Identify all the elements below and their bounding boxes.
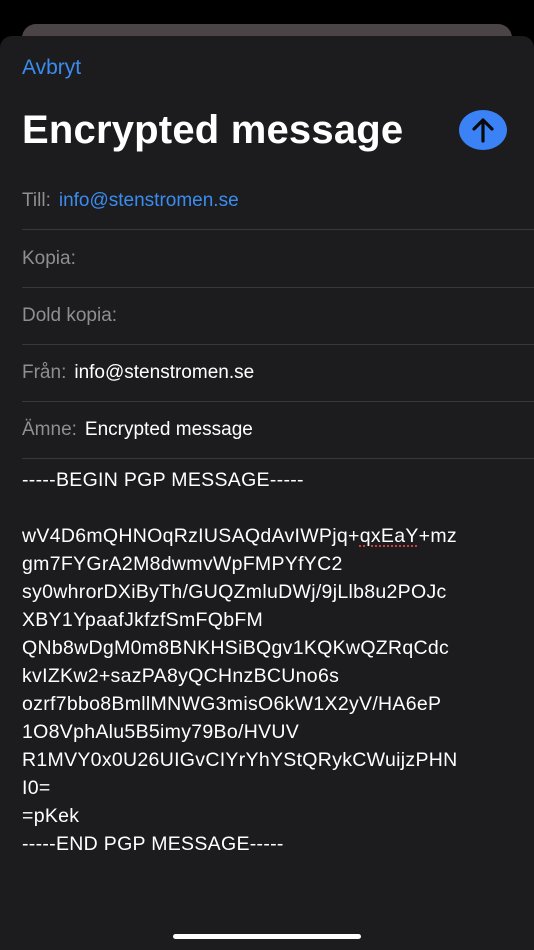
pgp-line-segment: wV4D6mQHNOqRzIUSAQdAvIWPjq+	[22, 525, 360, 547]
arrow-up-icon	[472, 118, 494, 143]
to-recipient[interactable]: info@stenstromen.se	[59, 190, 239, 212]
subject-label: Ämne:	[22, 418, 77, 440]
pgp-line: I0=	[22, 777, 51, 799]
from-label: Från:	[22, 361, 67, 383]
cc-label: Kopia:	[22, 247, 76, 269]
pgp-line: QNb8wDgM0m8BNKHSiBQgv1KQKwQZRqCdc	[22, 637, 450, 659]
pgp-line-segment: +mz	[418, 525, 457, 547]
pgp-line: ozrf7bbo8BmllMNWG3misO6kW1X2yV/HA6eP	[22, 693, 442, 715]
to-label: Till:	[22, 189, 51, 211]
compose-sheet: Avbryt Encrypted message Till: info@sten…	[0, 36, 534, 950]
pgp-line: 1O8VphAlu5B5imy79Bo/HVUV	[22, 721, 300, 743]
cc-field[interactable]: Kopia:	[22, 230, 534, 288]
pgp-line: gm7FYGrA2M8dwmvWpFMPYfYC2	[22, 553, 343, 575]
message-body[interactable]: -----BEGIN PGP MESSAGE----- wV4D6mQHNOqR…	[22, 466, 522, 858]
pgp-line: wV4D6mQHNOqRzIUSAQdAvIWPjq+qxEaY+mz	[22, 522, 522, 550]
pgp-checksum-line: =pKek	[22, 805, 80, 827]
subject-field[interactable]: Ämne: Encrypted message	[22, 401, 534, 459]
to-field[interactable]: Till: info@stenstromen.se	[22, 172, 534, 230]
bcc-label: Dold kopia:	[22, 304, 118, 326]
page-title: Encrypted message	[22, 108, 404, 152]
pgp-line: R1MVY0x0U26UIGvCIYrYhYStQRykCWuijzPHN	[22, 749, 458, 771]
pgp-begin-line: -----BEGIN PGP MESSAGE-----	[22, 469, 304, 491]
subject-input[interactable]: Encrypted message	[85, 419, 253, 441]
bcc-field[interactable]: Dold kopia:	[22, 287, 534, 345]
pgp-line: XBY1YpaafJkfzfSmFQbFM	[22, 609, 264, 631]
home-indicator[interactable]	[173, 934, 361, 939]
from-value[interactable]: info@stenstromen.se	[74, 362, 254, 384]
spellcheck-word[interactable]: qxEaY	[360, 525, 419, 547]
pgp-line: kvIZKw2+sazPA8yQCHnzBCUno6s	[22, 665, 340, 687]
cancel-button[interactable]: Avbryt	[22, 56, 81, 80]
pgp-line: sy0whrorDXiByTh/GUQZmluDWj/9jLlb8u2POJc	[22, 581, 447, 603]
send-button[interactable]	[459, 110, 507, 150]
pgp-end-line: -----END PGP MESSAGE-----	[22, 833, 284, 855]
from-field[interactable]: Från: info@stenstromen.se	[22, 344, 534, 402]
